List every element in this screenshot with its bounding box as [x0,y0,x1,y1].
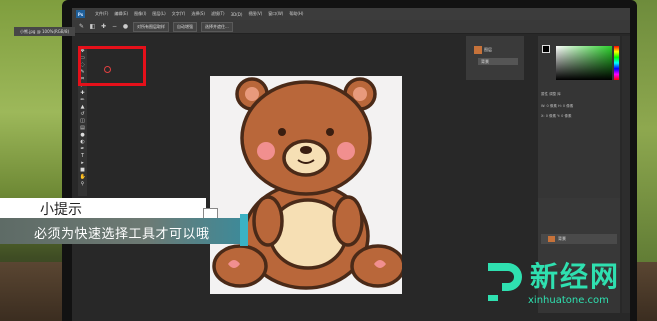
quick-select-icon[interactable]: ✎ [78,23,85,30]
caption-title: 小提示 [40,202,82,218]
menu-help[interactable]: 帮助(H) [289,11,303,17]
options-bar: ✎ ◧ ✚ − ● 对所有图层取样 自动增强 选择并遮住... [72,20,630,34]
tool-highlight-box [78,46,146,86]
document-tab[interactable]: 小熊.jpg @ 100%(RGB/8) [14,27,76,36]
sample-all-layers-button[interactable]: 对所有图层取样 [133,21,169,32]
watermark-logo-icon [488,263,522,301]
history-brush-icon[interactable]: ↺ [80,111,86,117]
layer-thumbnail[interactable] [474,46,482,54]
panel-dock [622,36,630,313]
document-canvas[interactable] [210,76,406,294]
caption-title-bar [0,198,206,218]
gradient-tool-icon[interactable]: ▤ [80,125,86,131]
color-picker-field[interactable] [556,46,612,80]
layer-row-label: 背景 [558,236,566,241]
watermark-url: xinhuatone.com [528,295,609,306]
blur-tool-icon[interactable]: ● [80,132,86,138]
hue-slider[interactable] [614,46,619,80]
history-layer-label: 图层 [484,47,492,52]
caption-text: 必须为快速选择工具才可以哦 [34,227,210,242]
watermark-brand: 新经网 [530,260,621,293]
foreground-color-swatch[interactable] [542,45,550,53]
menu-3d[interactable]: 3D(D) [231,12,243,17]
history-row[interactable]: 背景 [478,58,518,65]
dodge-tool-icon[interactable]: ◐ [80,139,86,145]
eraser-tool-icon[interactable]: ◫ [80,118,86,124]
photoshop-logo: Ps [76,10,85,18]
new-selection-icon[interactable]: ◧ [89,23,96,30]
brush-size-icon[interactable]: ● [122,23,129,30]
menu-filter[interactable]: 滤镜(T) [211,11,225,17]
path-select-icon[interactable]: ▸ [80,160,86,166]
properties-position: X: 0 像素 Y: 0 像素 [541,114,572,118]
zoom-tool-icon[interactable]: ⚲ [80,181,86,187]
hand-tool-icon[interactable]: ✋ [80,174,86,180]
stamp-tool-icon[interactable]: ▲ [80,104,86,110]
type-tool-icon[interactable]: T [80,153,86,159]
add-selection-icon[interactable]: ✚ [100,23,107,30]
menu-type[interactable]: 文字(Y) [172,11,186,17]
caption-edge [240,214,248,246]
menu-edit[interactable]: 编辑(E) [114,11,128,17]
menu-file[interactable]: 文件(F) [95,11,108,17]
layer-row-thumbnail [548,236,555,242]
menu-bar: Ps 文件(F) 编辑(E) 图像(I) 图层(L) 文字(Y) 选择(S) 滤… [72,8,630,20]
scene: Ps 文件(F) 编辑(E) 图像(I) 图层(L) 文字(Y) 选择(S) 滤… [0,0,657,321]
menu-layer[interactable]: 图层(L) [152,11,165,17]
shape-tool-icon[interactable]: ■ [80,167,86,173]
auto-enhance-button[interactable]: 自动增强 [173,21,197,32]
properties-tabs: 属性 调整 库 [541,92,561,96]
properties-size: W: 0 像素 H: 0 像素 [541,104,574,108]
subtract-selection-icon[interactable]: − [111,23,118,30]
menu-window[interactable]: 窗口(W) [268,11,283,17]
menu-image[interactable]: 图像(I) [134,11,146,17]
brush-tool-icon[interactable]: ✏ [80,97,86,103]
menu-view[interactable]: 视图(V) [248,11,262,17]
healing-tool-icon[interactable]: ✚ [80,90,86,96]
mouse-cursor [104,66,111,73]
bear-illustration [212,77,406,290]
pen-tool-icon[interactable]: ✒ [80,146,86,152]
select-and-mask-button[interactable]: 选择并遮住... [201,21,233,32]
menu-select[interactable]: 选择(S) [191,11,205,17]
